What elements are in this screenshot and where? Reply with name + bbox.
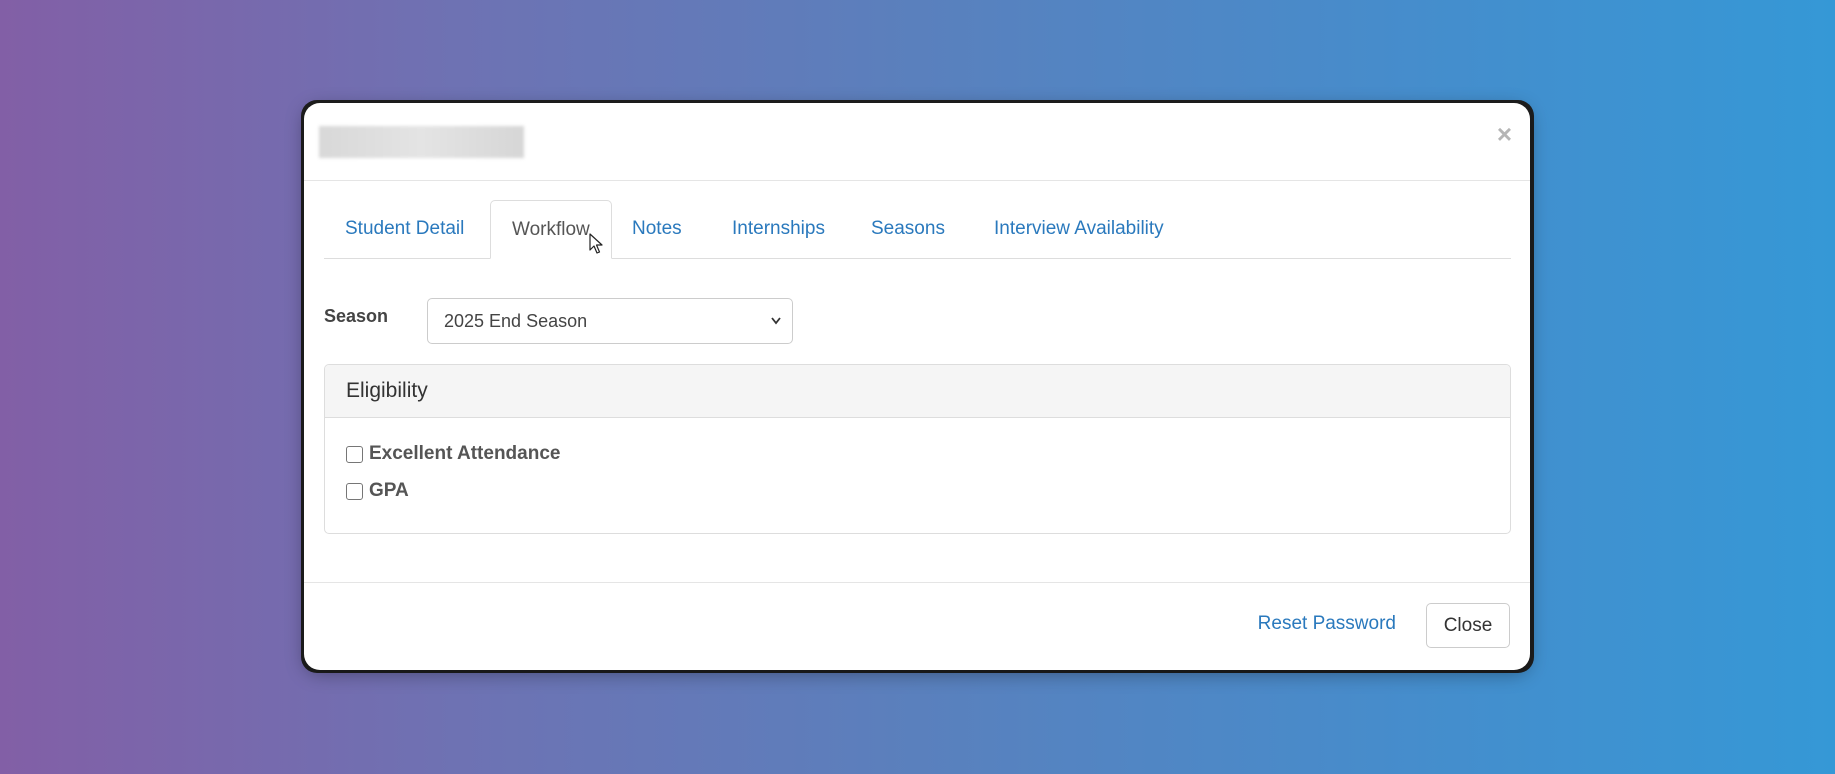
tab-interview-availability[interactable]: Interview Availability: [973, 200, 1185, 257]
tab-internships[interactable]: Internships: [711, 200, 846, 257]
tab-notes[interactable]: Notes: [611, 200, 703, 257]
eligibility-item-gpa: GPA: [346, 480, 409, 502]
mouse-pointer-icon: [589, 233, 603, 254]
eligibility-item-excellent-attendance: Excellent Attendance: [346, 443, 560, 465]
season-selected-value: 2025 End Season: [444, 311, 588, 331]
redacted-modal-title: [319, 126, 524, 158]
season-select[interactable]: 2025 End Season: [427, 298, 793, 344]
excellent-attendance-checkbox[interactable]: [346, 445, 363, 463]
eligibility-panel: Eligibility Excellent Attendance GPA: [324, 364, 1511, 534]
tab-bar: Student Detail Workflow Notes Internship…: [324, 200, 1511, 259]
chevron-down-icon: [770, 299, 782, 360]
close-icon[interactable]: ×: [1497, 121, 1512, 147]
student-modal: × Student Detail Workflow Notes Internsh…: [304, 103, 1530, 670]
tab-seasons[interactable]: Seasons: [850, 200, 966, 257]
eligibility-heading: Eligibility: [325, 365, 1510, 418]
excellent-attendance-label[interactable]: Excellent Attendance: [369, 443, 560, 465]
gpa-checkbox[interactable]: [346, 482, 363, 500]
tab-student-detail[interactable]: Student Detail: [324, 200, 485, 257]
gpa-label[interactable]: GPA: [369, 480, 409, 502]
close-button[interactable]: Close: [1426, 603, 1510, 648]
modal-footer: Reset Password Close: [304, 582, 1530, 670]
reset-password-link[interactable]: Reset Password: [1258, 613, 1396, 635]
season-label: Season: [324, 306, 389, 326]
modal-header: ×: [304, 103, 1530, 181]
